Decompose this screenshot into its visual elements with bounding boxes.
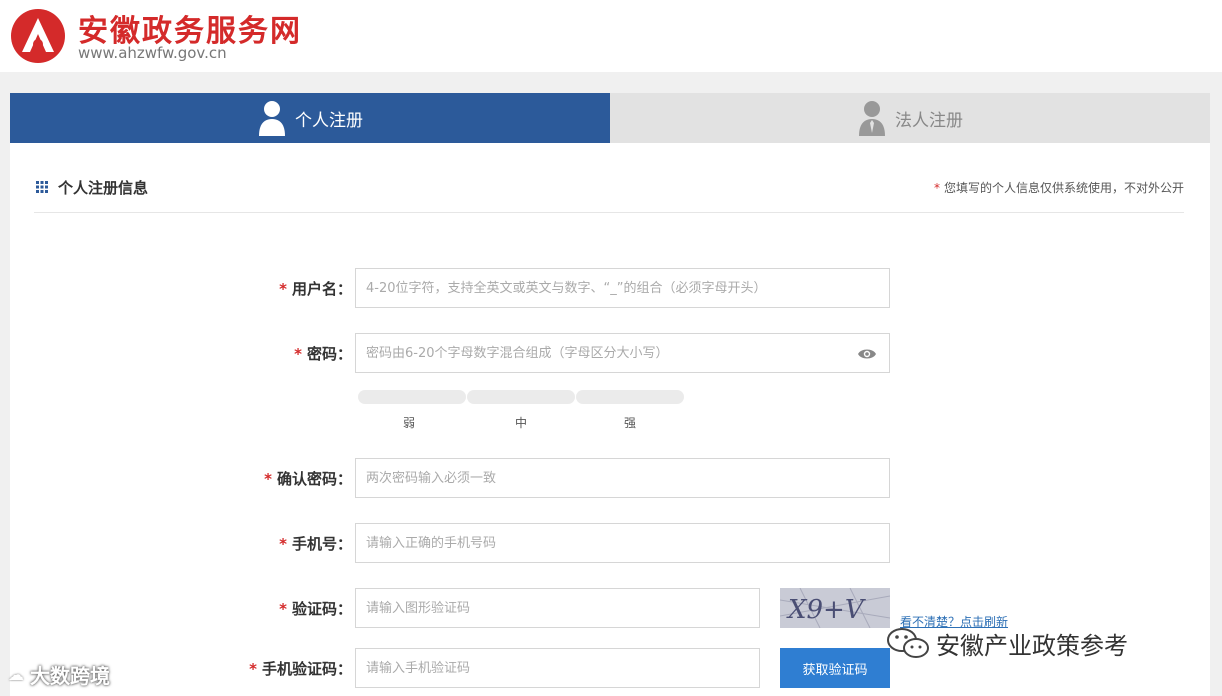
business-person-icon: [859, 101, 885, 136]
grid-icon: [36, 181, 48, 193]
required-mark: *: [279, 535, 287, 553]
wechat-icon: [887, 628, 929, 658]
phone-label-text: 手机号：: [291, 535, 352, 553]
captcha-label-text: 验证码：: [291, 600, 352, 618]
password-strength-meter: 弱 中 强: [355, 388, 685, 430]
confirm-password-label: * 确认密码：: [264, 458, 352, 500]
corner-watermark: ☁ 大数跨境: [8, 656, 110, 692]
required-mark: *: [294, 345, 302, 363]
wechat-watermark: 安徽产业政策参考: [886, 622, 1128, 664]
sms-code-label-text: 手机验证码：: [261, 660, 352, 678]
required-mark: *: [279, 280, 287, 298]
password-input[interactable]: [355, 333, 890, 373]
phone-row: * 手机号：: [10, 523, 1210, 565]
tab-personal-registration[interactable]: 个人注册: [10, 93, 610, 143]
password-label: * 密码：: [294, 333, 352, 375]
section-header: 个人注册信息 * 您填写的个人信息仅供系统使用，不对外公开: [34, 167, 1184, 213]
tab-legal-registration[interactable]: 法人注册: [610, 93, 1210, 143]
tab-personal-label: 个人注册: [295, 110, 363, 131]
captcha-text: X9+V: [786, 595, 866, 625]
registration-panel: 个人注册信息 *您填写的个人信息仅供系统使用，不对外公开 *用户名： *密码： …: [10, 143, 1210, 696]
username-input[interactable]: [355, 268, 890, 308]
captcha-input[interactable]: [355, 588, 760, 628]
site-url: www.ahzwfw.gov.cn: [78, 44, 227, 62]
wechat-watermark-text: 安徽产业政策参考: [936, 631, 1128, 660]
phone-input[interactable]: [355, 523, 890, 563]
corner-watermark-text: 大数跨境: [30, 663, 110, 688]
required-mark: *: [264, 470, 272, 488]
privacy-star: *: [933, 181, 940, 195]
privacy-note: * 您填写的个人信息仅供系统使用，不对外公开: [934, 179, 1184, 196]
phone-label: * 手机号：: [279, 523, 352, 565]
eye-icon[interactable]: [857, 347, 877, 361]
strength-weak-bar: [358, 390, 466, 404]
strength-weak-label: 弱: [402, 416, 415, 430]
required-mark: *: [249, 660, 257, 678]
logo-icon: [11, 9, 65, 63]
confirm-password-label-text: 确认密码：: [276, 470, 352, 488]
username-row: * 用户名：: [10, 268, 1210, 310]
section-title: 个人注册信息: [58, 179, 149, 197]
captcha-image[interactable]: X9+V: [780, 588, 890, 628]
get-sms-code-button[interactable]: 获取验证码: [780, 648, 890, 688]
strength-medium-label: 中: [514, 416, 527, 430]
password-label-text: 密码：: [306, 345, 352, 363]
password-row: * 密码：: [10, 333, 1210, 375]
sms-code-input[interactable]: [355, 648, 760, 688]
person-icon: [259, 101, 285, 136]
strength-strong-label: 强: [623, 416, 636, 430]
tab-legal-label: 法人注册: [895, 110, 963, 131]
confirm-password-input[interactable]: [355, 458, 890, 498]
strength-medium-bar: [467, 390, 575, 404]
confirm-password-row: * 确认密码：: [10, 458, 1210, 500]
sms-code-label: * 手机验证码：: [249, 648, 352, 690]
cloud-icon: ☁: [8, 664, 24, 684]
strength-strong-bar: [576, 390, 684, 404]
registration-tabs: 个人注册 法人注册: [10, 93, 1210, 157]
username-label: * 用户名：: [279, 268, 352, 310]
site-header: 安徽政务服务网 www.ahzwfw.gov.cn: [0, 0, 1222, 72]
privacy-note-text: 您填写的个人信息仅供系统使用，不对外公开: [943, 181, 1184, 195]
required-mark: *: [279, 600, 287, 618]
captcha-label: * 验证码：: [279, 588, 352, 630]
username-label-text: 用户名：: [291, 280, 352, 298]
